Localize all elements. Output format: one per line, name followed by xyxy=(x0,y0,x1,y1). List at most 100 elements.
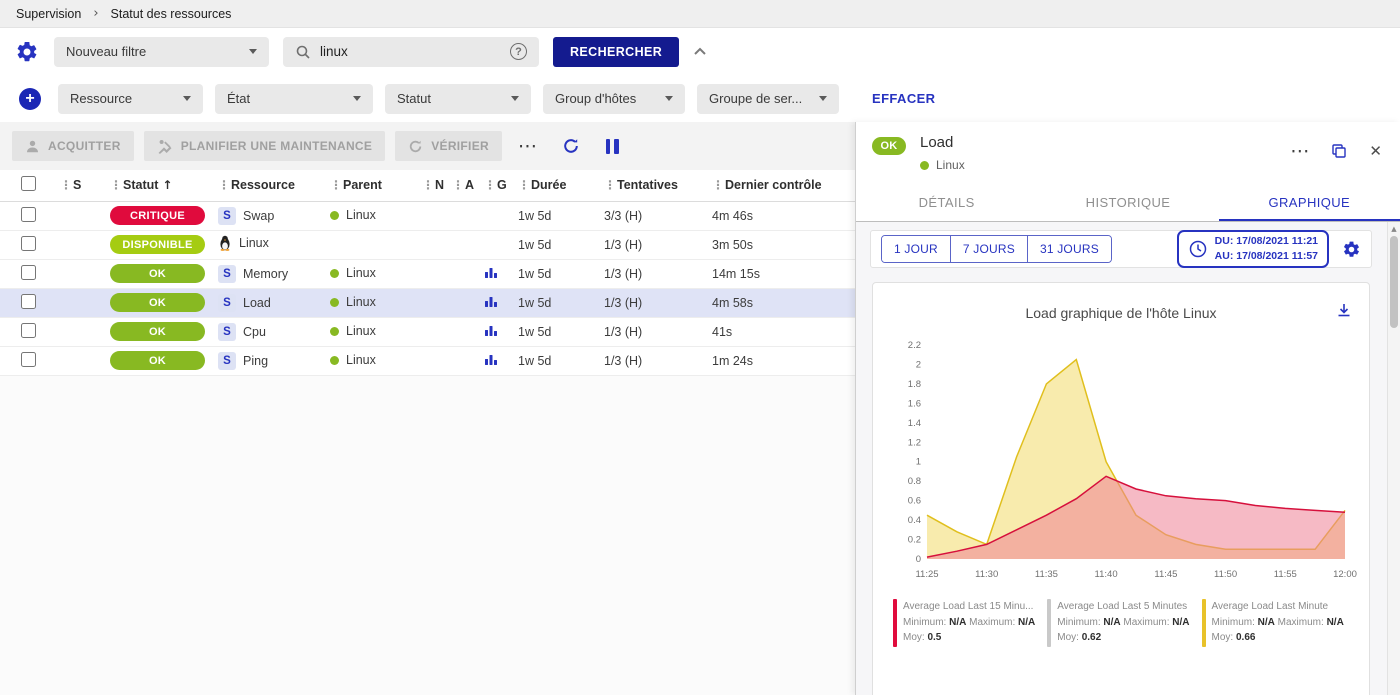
drag-handle-icon[interactable]: ⋮ xyxy=(110,178,122,192)
drag-handle-icon[interactable]: ⋮ xyxy=(712,178,724,192)
legend-item[interactable]: Average Load Last MinuteMinimum: N/A Max… xyxy=(1202,599,1344,647)
table-body: CRITIQUESSwapLinux1w 5d3/3 (H)4m 46sDISP… xyxy=(0,201,855,375)
time-range-31-jours[interactable]: 31 JOURS xyxy=(1027,236,1111,262)
drag-handle-icon[interactable]: ⋮ xyxy=(484,178,496,192)
select-all-checkbox[interactable] xyxy=(21,176,36,191)
download-icon[interactable] xyxy=(1335,301,1353,319)
resource-row[interactable]: OKSLoadLinux1w 5d1/3 (H)4m 58s xyxy=(0,288,855,317)
graph-cell[interactable] xyxy=(480,317,514,346)
copy-link-icon[interactable] xyxy=(1331,143,1347,159)
drag-handle-icon[interactable]: ⋮ xyxy=(604,178,616,192)
refresh-icon[interactable] xyxy=(562,137,580,155)
dropdown-label: Groupe de ser... xyxy=(709,91,802,106)
legend-item[interactable]: Average Load Last 15 Minu...Minimum: N/A… xyxy=(893,599,1035,647)
resource-row[interactable]: OKSMemoryLinux1w 5d1/3 (H)14m 15s xyxy=(0,259,855,288)
drag-handle-icon[interactable]: ⋮ xyxy=(60,178,72,192)
row-checkbox[interactable] xyxy=(21,207,36,222)
time-range-7-jours[interactable]: 7 JOURS xyxy=(950,236,1027,262)
panel-more-actions-icon[interactable]: ⋯ xyxy=(1290,140,1309,162)
resource-row[interactable]: OKSPingLinux1w 5d1/3 (H)1m 24s xyxy=(0,346,855,375)
drag-handle-icon[interactable]: ⋮ xyxy=(218,178,230,192)
recheck-icon xyxy=(408,139,423,154)
parent-cell: Linux xyxy=(326,201,418,230)
clear-filters-button[interactable]: EFFACER xyxy=(872,91,935,106)
tab-graphique[interactable]: GRAPHIQUE xyxy=(1219,184,1400,221)
row-checkbox[interactable] xyxy=(21,323,36,338)
resource-name: Load xyxy=(243,296,271,310)
scrollbar-thumb[interactable] xyxy=(1390,236,1398,328)
row-checkbox[interactable] xyxy=(21,294,36,309)
scroll-up-icon[interactable]: ▲ xyxy=(1391,225,1396,233)
more-actions-icon[interactable]: ⋯ xyxy=(518,135,538,157)
service-type-icon: S xyxy=(218,265,236,283)
filter-resource-type[interactable]: Ressource xyxy=(58,84,203,114)
tab-historique[interactable]: HISTORIQUE xyxy=(1037,184,1218,221)
column-header[interactable]: ⋮S xyxy=(56,170,106,201)
graph-icon[interactable] xyxy=(484,352,498,366)
acknowledge-button[interactable]: ACQUITTER xyxy=(12,131,134,161)
resource-row[interactable]: DISPONIBLELinux1w 5d1/3 (H)3m 50s xyxy=(0,230,855,259)
status-cell: DISPONIBLE xyxy=(106,230,214,259)
drag-handle-icon[interactable]: ⋮ xyxy=(422,178,434,192)
resource-row[interactable]: CRITIQUESSwapLinux1w 5d3/3 (H)4m 46s xyxy=(0,201,855,230)
set-downtime-button[interactable]: PLANIFIER UNE MAINTENANCE xyxy=(144,131,386,161)
column-header[interactable]: ⋮Parent xyxy=(326,170,418,201)
column-header[interactable]: ⋮G xyxy=(480,170,514,201)
resource-cell[interactable]: SCpu xyxy=(214,317,326,346)
resource-cell[interactable]: SLoad xyxy=(214,288,326,317)
filter-status[interactable]: Statut xyxy=(385,84,531,114)
column-header[interactable]: ⋮Statut↑ xyxy=(106,170,214,201)
tab-details[interactable]: DÉTAILS xyxy=(856,184,1037,221)
row-checkbox[interactable] xyxy=(21,352,36,367)
filter-hostgroup[interactable]: Group d'hôtes xyxy=(543,84,685,114)
column-header[interactable]: ⋮Durée xyxy=(514,170,600,201)
legend-item[interactable]: Average Load Last 5 MinutesMinimum: N/A … xyxy=(1047,599,1189,647)
resource-row[interactable]: OKSCpuLinux1w 5d1/3 (H)41s xyxy=(0,317,855,346)
filter-settings-gear-icon[interactable] xyxy=(14,39,40,65)
pause-icon[interactable] xyxy=(606,139,619,154)
saved-filter-select[interactable]: Nouveau filtre xyxy=(54,37,269,67)
date-range-picker[interactable]: DU: 17/08/2021 11:21 AU: 17/08/2021 11:5… xyxy=(1177,230,1329,268)
row-checkbox[interactable] xyxy=(21,236,36,251)
filter-state[interactable]: État xyxy=(215,84,373,114)
column-header[interactable]: ⋮N xyxy=(418,170,448,201)
graph-settings-gear-icon[interactable] xyxy=(1342,240,1361,259)
add-criteria-button[interactable]: + xyxy=(19,88,41,110)
graph-icon[interactable] xyxy=(484,323,498,337)
graph-cell[interactable] xyxy=(480,288,514,317)
resource-cell[interactable]: SSwap xyxy=(214,201,326,230)
last-check-cell: 1m 24s xyxy=(708,346,855,375)
time-range-1-jour[interactable]: 1 JOUR xyxy=(882,236,950,262)
filter-servicegroup[interactable]: Groupe de ser... xyxy=(697,84,839,114)
column-header[interactable]: ⋮A xyxy=(448,170,480,201)
row-checkbox[interactable] xyxy=(21,265,36,280)
breadcrumb-supervision[interactable]: Supervision xyxy=(16,7,81,21)
collapse-filters-icon[interactable] xyxy=(693,47,707,56)
notes-cell xyxy=(418,259,448,288)
search-button[interactable]: RECHERCHER xyxy=(553,37,679,67)
check-button[interactable]: VÉRIFIER xyxy=(395,131,502,161)
graph-icon[interactable] xyxy=(484,265,498,279)
column-header[interactable]: ⋮Dernier contrôle xyxy=(708,170,855,201)
breadcrumb-separator-icon: › xyxy=(93,6,98,21)
close-panel-icon[interactable]: ✕ xyxy=(1369,142,1382,160)
graph-icon[interactable] xyxy=(484,294,498,308)
breadcrumb-current: Statut des ressources xyxy=(111,7,232,21)
sort-ascending-icon[interactable]: ↑ xyxy=(162,178,172,192)
drag-handle-icon[interactable]: ⋮ xyxy=(330,178,342,192)
column-header[interactable]: ⋮Ressource xyxy=(214,170,326,201)
graph-cell[interactable] xyxy=(480,259,514,288)
drag-handle-icon[interactable]: ⋮ xyxy=(452,178,464,192)
drag-handle-icon[interactable]: ⋮ xyxy=(518,178,530,192)
search-input[interactable]: linux xyxy=(320,44,501,59)
resource-cell[interactable]: SPing xyxy=(214,346,326,375)
search-box[interactable]: linux ? xyxy=(283,37,539,67)
panel-scrollbar[interactable]: ▲ xyxy=(1387,222,1400,695)
parent-status-dot xyxy=(330,327,339,336)
resource-cell[interactable]: Linux xyxy=(214,230,326,259)
search-help-icon[interactable]: ? xyxy=(510,43,527,60)
row-select-cell xyxy=(0,288,56,317)
graph-cell[interactable] xyxy=(480,346,514,375)
column-header[interactable]: ⋮Tentatives xyxy=(600,170,708,201)
resource-cell[interactable]: SMemory xyxy=(214,259,326,288)
